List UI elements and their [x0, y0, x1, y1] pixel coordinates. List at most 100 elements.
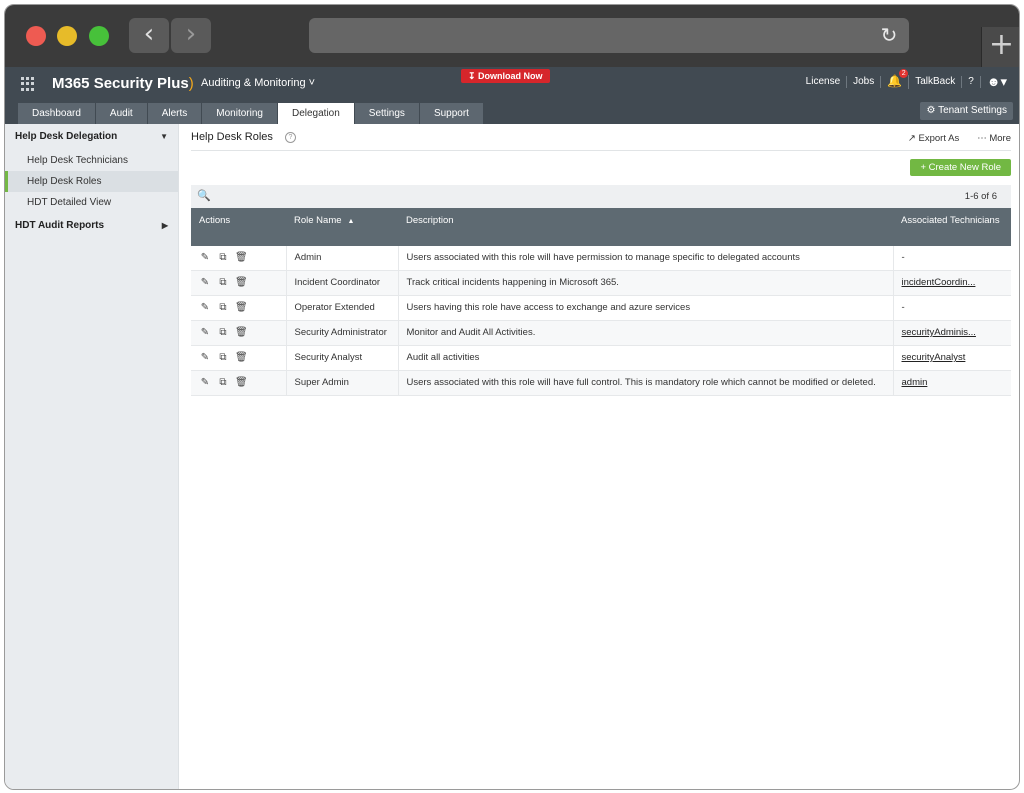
column-header-actions: Actions — [191, 208, 286, 246]
app-grid-icon[interactable] — [21, 77, 35, 91]
tab-dashboard[interactable]: Dashboard — [18, 103, 95, 124]
tab-monitoring[interactable]: Monitoring — [202, 103, 277, 124]
delete-icon[interactable]: 🗑 — [235, 251, 248, 265]
jobs-link[interactable]: Jobs — [847, 76, 882, 88]
browser-chrome: ‹ › ↻ + — [5, 5, 1019, 67]
delete-icon[interactable]: 🗑 — [235, 301, 248, 315]
reload-icon[interactable]: ↻ — [877, 23, 901, 47]
minimize-window-button[interactable] — [57, 26, 77, 46]
pagination-info: 1-6 of 6 — [964, 191, 997, 202]
tenant-settings-button[interactable]: ⚙ Tenant Settings — [920, 102, 1013, 120]
sidebar: Help Desk Delegation ▼ Help Desk Technici… — [5, 124, 179, 789]
notifications[interactable]: 🔔 2 — [881, 69, 910, 89]
copy-icon[interactable]: ⧉ — [217, 251, 229, 265]
copy-icon[interactable]: ⧉ — [217, 351, 229, 365]
sidebar-group-hdt-audit-reports[interactable]: HDT Audit Reports ▶ — [5, 213, 178, 239]
tab-audit[interactable]: Audit — [95, 103, 147, 124]
tab-settings[interactable]: Settings — [354, 103, 419, 124]
delete-icon[interactable]: 🗑 — [235, 276, 248, 290]
license-link[interactable]: License — [800, 76, 848, 88]
row-actions: ✎ ⧉ 🗑 — [191, 370, 287, 396]
address-bar[interactable]: ↻ — [309, 18, 909, 53]
role-name-cell: Security Administrator — [286, 320, 399, 346]
help-icon[interactable]: ? — [284, 131, 296, 143]
technician-link[interactable]: incidentCoordin... — [902, 277, 976, 288]
delete-icon[interactable]: 🗑 — [235, 351, 248, 365]
row-actions: ✎ ⧉ 🗑 — [191, 320, 287, 346]
talkback-link[interactable]: TalkBack — [909, 76, 963, 88]
more-button[interactable]: ⋯ More — [977, 133, 1011, 144]
export-as-button[interactable]: ↗ Export As — [908, 133, 959, 144]
sidebar-group-help-desk-delegation[interactable]: Help Desk Delegation ▼ — [5, 124, 178, 150]
sidebar-item-help-desk-technicians[interactable]: Help Desk Technicians — [5, 150, 178, 171]
description-cell: Users having this role have access to ex… — [398, 295, 894, 321]
technicians-cell: securityAdminis... — [893, 320, 1011, 346]
edit-icon[interactable]: ✎ — [199, 301, 211, 315]
browser-window: ‹ › ↻ + M365 Security Plus) Auditing & M… — [4, 4, 1020, 790]
delete-icon[interactable]: 🗑 — [235, 326, 248, 340]
page-title: Help Desk Roles? — [191, 131, 296, 143]
role-name-cell: Admin — [286, 246, 399, 271]
caret-down-icon: ▼ — [160, 132, 168, 141]
sidebar-item-hdt-detailed-view[interactable]: HDT Detailed View — [5, 192, 178, 213]
technician-link[interactable]: admin — [902, 377, 928, 388]
table-row: ✎ ⧉ 🗑 Super Admin Users associated with this… — [191, 370, 1011, 396]
notification-badge: 2 — [899, 69, 909, 78]
more-icon: ⋯ — [977, 133, 987, 144]
technician-value: - — [901, 252, 905, 263]
copy-icon[interactable]: ⧉ — [217, 276, 229, 290]
role-name-cell: Security Analyst — [286, 345, 399, 371]
technicians-cell: incidentCoordin... — [893, 270, 1011, 296]
role-name-cell: Super Admin — [286, 370, 399, 396]
technicians-cell: securityAnalyst — [893, 345, 1011, 371]
module-selector[interactable]: Auditing & Monitoring ˅ — [201, 77, 315, 89]
edit-icon[interactable]: ✎ — [199, 251, 211, 265]
edit-icon[interactable]: ✎ — [199, 351, 211, 365]
user-menu-icon[interactable]: ☻▾ — [981, 75, 1013, 88]
tab-delegation[interactable]: Delegation — [277, 103, 354, 124]
copy-icon[interactable]: ⧉ — [217, 376, 229, 390]
maximize-window-button[interactable] — [89, 26, 109, 46]
technician-value: - — [901, 302, 905, 313]
copy-icon[interactable]: ⧉ — [217, 301, 229, 315]
row-actions: ✎ ⧉ 🗑 — [191, 345, 287, 371]
search-icon[interactable]: 🔍 — [197, 189, 211, 202]
roles-table: Actions Role Name ▲ Description Associate… — [191, 208, 1011, 396]
edit-icon[interactable]: ✎ — [199, 276, 211, 290]
edit-icon[interactable]: ✎ — [199, 376, 211, 390]
product-logo[interactable]: M365 Security Plus) — [52, 75, 194, 92]
forward-button[interactable]: › — [171, 18, 211, 53]
bell-icon[interactable]: 🔔 2 — [887, 69, 909, 88]
close-window-button[interactable] — [26, 26, 46, 46]
edit-icon[interactable]: ✎ — [199, 326, 211, 340]
table-toolbar: 🔍 1-6 of 6 — [191, 185, 1011, 208]
main-content: Help Desk Roles? ↗ Export As ⋯ More + Cr… — [191, 124, 1011, 789]
column-header-description: Description — [398, 208, 893, 246]
table-header-row: Actions Role Name ▲ Description Associate… — [191, 208, 1011, 246]
technicians-cell: - — [893, 246, 1011, 271]
copy-icon[interactable]: ⧉ — [217, 326, 229, 340]
table-row: ✎ ⧉ 🗑 Incident Coordinator Track critical in… — [191, 270, 1011, 296]
sidebar-item-help-desk-roles[interactable]: Help Desk Roles — [5, 171, 178, 192]
table-row: ✎ ⧉ 🗑 Security Administrator Monitor and Aud… — [191, 320, 1011, 346]
help-link[interactable]: ? — [962, 76, 981, 88]
role-name-cell: Incident Coordinator — [286, 270, 399, 296]
table-row: ✎ ⧉ 🗑 Operator Extended Users having this ro… — [191, 295, 1011, 321]
technician-link[interactable]: securityAnalyst — [902, 352, 966, 363]
create-new-role-button[interactable]: + Create New Role — [910, 159, 1011, 176]
table-row: ✎ ⧉ 🗑 Admin Users associated with this role … — [191, 246, 1011, 271]
tab-support[interactable]: Support — [419, 103, 483, 124]
column-header-role-name[interactable]: Role Name ▲ — [286, 208, 398, 246]
technicians-cell: admin — [893, 370, 1011, 396]
back-button[interactable]: ‹ — [129, 18, 169, 53]
delete-icon[interactable]: 🗑 — [235, 376, 248, 390]
row-actions: ✎ ⧉ 🗑 — [191, 270, 287, 296]
table-row: ✎ ⧉ 🗑 Security Analyst Audit all activities s… — [191, 345, 1011, 371]
tab-alerts[interactable]: Alerts — [147, 103, 202, 124]
download-now-button[interactable]: ↧ Download Now — [461, 69, 550, 83]
technician-link[interactable]: securityAdminis... — [902, 327, 976, 338]
new-tab-button[interactable]: + — [981, 27, 1019, 67]
description-cell: Users associated with this role will hav… — [398, 370, 894, 396]
sort-ascending-icon[interactable]: ▲ — [348, 218, 355, 225]
description-cell: Users associated with this role will hav… — [398, 246, 894, 271]
